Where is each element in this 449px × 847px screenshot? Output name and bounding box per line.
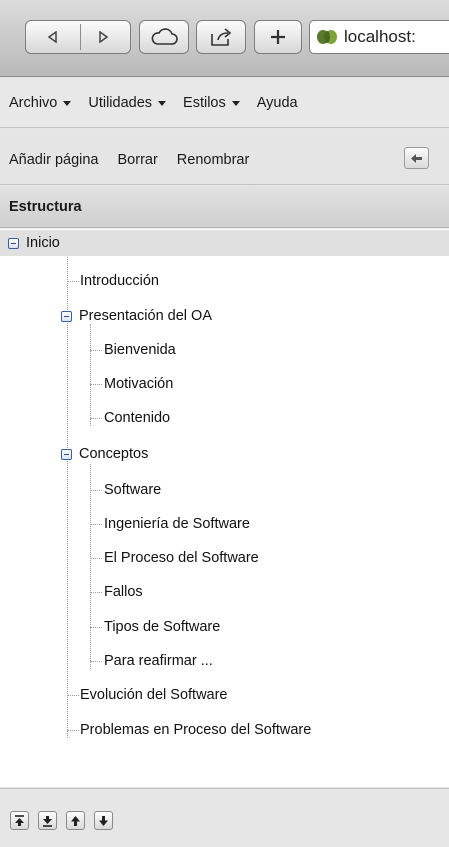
triangle-right-icon [99, 31, 109, 43]
tree-move-controls [0, 788, 449, 847]
menu-archivo-label: Archivo [9, 94, 58, 111]
tree-node-label: Software [104, 482, 162, 498]
site-favicon-icon [317, 30, 337, 44]
tree-node-label: Introducción [80, 273, 159, 289]
arrow-to-top-icon [15, 814, 24, 826]
tree-node-label: Evolución del Software [80, 687, 228, 703]
plus-icon [271, 30, 285, 44]
page-actions-bar: Añadir página Borrar Renombrar [0, 135, 449, 185]
add-page-button[interactable]: Añadir página [9, 152, 99, 168]
menu-estilos-label: Estilos [183, 94, 226, 111]
move-up-button[interactable] [66, 811, 85, 830]
structure-title: Estructura [9, 198, 82, 215]
structure-header: Estructura [0, 186, 449, 228]
tree-node-reafirmar[interactable]: Para reafirmar ... [104, 648, 213, 674]
tree-node-proceso[interactable]: El Proceso del Software [104, 545, 259, 571]
back-forward-buttons [25, 20, 131, 54]
caret-down-icon [231, 100, 240, 106]
arrow-down-icon [99, 815, 108, 826]
tree-node-label: Tipos de Software [104, 619, 221, 635]
collapse-icon[interactable] [61, 310, 72, 322]
tree-node-label: Ingeniería de Software [104, 516, 250, 532]
tree-node-problemas[interactable]: Problemas en Proceso del Software [80, 717, 311, 743]
tree-node-conceptos[interactable]: Conceptos [61, 441, 148, 467]
tree-node-label: Fallos [104, 584, 143, 600]
address-text: localhost: [344, 27, 416, 46]
menu-estilos[interactable]: Estilos [183, 95, 240, 111]
tree-node-introduccion[interactable]: Introducción [80, 268, 159, 294]
move-down-button[interactable] [94, 811, 113, 830]
tree-node-label: Para reafirmar ... [104, 653, 213, 669]
move-to-top-button[interactable] [10, 811, 29, 830]
tree-node-label: Inicio [26, 235, 60, 251]
tree-node-label: Problemas en Proceso del Software [80, 722, 312, 738]
tree-node-contenido[interactable]: Contenido [104, 405, 170, 431]
cloud-icon [151, 28, 178, 45]
menu-bar: Archivo Utilidades Estilos Ayuda [0, 78, 449, 128]
forward-button[interactable] [78, 21, 130, 53]
tree-node-label: Contenido [104, 410, 171, 426]
tree-node-evolucion[interactable]: Evolución del Software [80, 682, 228, 708]
arrow-up-icon [71, 815, 80, 826]
tree-node-label: Presentación del OA [79, 308, 212, 324]
arrow-to-bottom-icon [43, 815, 52, 827]
new-tab-button[interactable] [254, 20, 302, 54]
rename-button[interactable]: Renombrar [177, 152, 250, 168]
delete-button[interactable]: Borrar [118, 152, 158, 168]
tree-node-ingenieria[interactable]: Ingeniería de Software [104, 511, 250, 537]
share-button[interactable] [196, 20, 246, 54]
tree-node-software[interactable]: Software [104, 477, 161, 503]
collapse-icon[interactable] [61, 448, 72, 460]
tree-node-fallos[interactable]: Fallos [104, 579, 143, 605]
menu-utilidades[interactable]: Utilidades [88, 94, 167, 111]
tree-node-label: Bienvenida [104, 342, 176, 358]
caret-down-icon [63, 100, 72, 106]
icloud-button[interactable] [139, 20, 189, 54]
caret-down-icon [158, 100, 167, 106]
tree-node-label: Motivación [104, 376, 174, 392]
browser-toolbar: localhost: [0, 0, 449, 77]
move-to-bottom-button[interactable] [38, 811, 57, 830]
address-bar[interactable]: localhost: [309, 20, 449, 54]
tree-node-tipos[interactable]: Tipos de Software [104, 614, 220, 640]
menu-ayuda-label: Ayuda [256, 94, 298, 111]
share-icon [211, 28, 232, 46]
tree-node-presentacion[interactable]: Presentación del OA [61, 303, 212, 329]
tree-node-label: Conceptos [79, 446, 149, 462]
triangle-left-icon [47, 31, 57, 43]
menu-utilidades-label: Utilidades [88, 94, 153, 111]
collapse-panel-button[interactable] [404, 147, 429, 169]
tree-node-label: El Proceso del Software [104, 550, 259, 566]
structure-tree: Inicio Introducción Presentación del OA … [0, 229, 449, 787]
arrow-left-icon [411, 153, 422, 163]
menu-archivo[interactable]: Archivo [9, 94, 72, 111]
collapse-icon[interactable] [8, 237, 19, 249]
tree-node-motivacion[interactable]: Motivación [104, 371, 173, 397]
back-button[interactable] [26, 21, 78, 53]
tree-node-inicio[interactable]: Inicio [0, 230, 449, 256]
tree-node-bienvenida[interactable]: Bienvenida [104, 337, 176, 363]
menu-ayuda[interactable]: Ayuda [257, 95, 298, 111]
